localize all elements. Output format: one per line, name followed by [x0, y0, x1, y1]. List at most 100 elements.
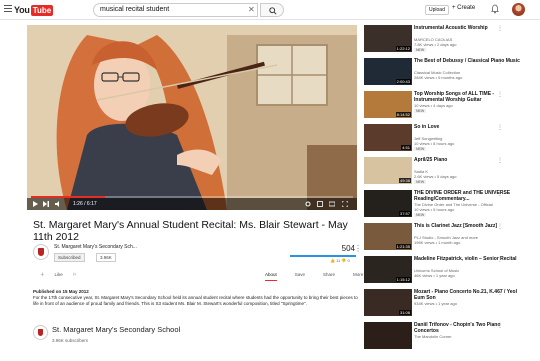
recommendation-thumbnail[interactable]: 8:14:52 — [364, 91, 412, 118]
player-controls: 1:26 / 6:17 — [27, 198, 357, 210]
channel-block-avatar[interactable] — [33, 325, 48, 340]
channel-block-subs: 3.96K subscribers — [52, 338, 89, 343]
recommendation-title[interactable]: Madeline Fitzpatrick, violin – Senior Re… — [414, 256, 524, 262]
recommendation-meta: 196K views • 1 month ago — [414, 240, 461, 245]
duration-badge: 8:14:52 — [395, 112, 411, 117]
recommendation-menu-icon[interactable]: ⋮ — [497, 289, 503, 296]
recommendation-menu-icon[interactable]: ⋮ — [497, 157, 503, 164]
next-icon[interactable] — [43, 201, 49, 207]
action-row: ＋ Like ⚐ — [40, 272, 77, 278]
recommendation-title[interactable]: Mozart - Piano Concerto No.21, K.467 / Y… — [414, 289, 524, 301]
notifications-bell-icon[interactable] — [491, 4, 499, 14]
logo-tube-text: Tube — [30, 4, 54, 16]
subscriber-count: 3.96K — [96, 253, 116, 262]
clear-search-icon[interactable]: ✕ — [248, 5, 255, 14]
thumbs-up-icon[interactable]: 👍 — [330, 258, 335, 263]
recommendation-menu-icon[interactable]: ⋮ — [497, 58, 503, 65]
play-icon[interactable] — [32, 201, 38, 207]
recommendation-menu-icon[interactable]: ⋮ — [497, 190, 503, 197]
user-avatar[interactable] — [512, 3, 525, 16]
recommendation-thumbnail[interactable]: 1:15:12 — [364, 256, 412, 283]
duration-badge: 4:51 — [401, 145, 411, 150]
recommendation-thumbnail[interactable]: 49:38 — [364, 157, 412, 184]
recommendation-meta: 46K views • 1 year ago — [414, 273, 455, 278]
tab-about[interactable]: About — [265, 272, 277, 281]
video-frame-illustration — [27, 25, 357, 210]
recommendation-menu-icon[interactable]: ⋮ — [497, 124, 503, 131]
recommendation-title[interactable]: The Best of Debussy / Classical Piano Mu… — [414, 58, 524, 64]
channel-name[interactable]: St. Margaret Mary's Secondary Sch... — [54, 244, 137, 250]
tab-more[interactable]: More — [353, 272, 363, 281]
duration-badge: 37:57 — [398, 211, 411, 216]
recommendation-menu-icon[interactable]: ⋮ — [497, 223, 503, 230]
youtube-logo[interactable]: You Tube — [14, 4, 54, 16]
recommendation-thumbnail[interactable]: 4:51 — [364, 124, 412, 151]
logo-you-text: You — [14, 5, 30, 15]
video-title: St. Margaret Mary's Annual Student Recit… — [33, 219, 348, 243]
tab-share[interactable]: Share — [323, 272, 335, 281]
miniplayer-icon[interactable] — [317, 201, 323, 207]
video-description: For the 17th consecutive year, St. Marga… — [33, 295, 358, 306]
theater-mode-icon[interactable] — [329, 201, 335, 207]
recommendation-thumbnail[interactable]: 1:21:35 — [364, 223, 412, 250]
recommendation-title[interactable]: Top Worship Songs of ALL TIME - Instrume… — [414, 91, 524, 103]
new-badge: NEW — [414, 180, 427, 184]
settings-gear-icon[interactable] — [305, 201, 311, 207]
tab-save[interactable]: Save — [295, 272, 305, 281]
like-button[interactable]: Like — [55, 272, 63, 278]
recommendation-thumbnail[interactable]: 37:57 — [364, 190, 412, 217]
new-badge: NEW — [414, 213, 427, 217]
subscribe-button[interactable]: Subscribed — [54, 253, 85, 262]
fullscreen-icon[interactable] — [342, 201, 348, 207]
more-options-icon[interactable]: ⋮ — [354, 244, 362, 253]
channel-block-name[interactable]: St. Margaret Mary's Secondary School — [52, 325, 180, 334]
duration-badge: 49:38 — [398, 178, 411, 183]
recommendation-title[interactable]: So in Love — [414, 124, 524, 130]
recommendation-title[interactable]: April/25 Piano — [414, 157, 524, 163]
recommendation-item[interactable]: Daniil Trifonov - Chopin's Two Piano Con… — [364, 322, 540, 361]
recommendation-thumbnail[interactable]: 1:22:12 — [364, 25, 412, 52]
duration-badge: 31:08 — [398, 310, 411, 315]
recommendation-meta: 7.8K views • 2 days ago — [414, 42, 457, 47]
search-input[interactable]: musical recital student — [93, 3, 258, 17]
search-button[interactable] — [260, 3, 284, 17]
thumbs-down-icon[interactable]: 👎 — [341, 258, 346, 263]
recommendation-menu-icon[interactable]: ⋮ — [497, 91, 503, 98]
dislike-count: 0 — [347, 258, 350, 263]
recommendation-meta: 10 views • 5 hours ago — [414, 207, 455, 212]
duration-badge: 2:00:43 — [395, 79, 411, 84]
recommendation-meta: 2.6K views • 5 days ago — [414, 174, 457, 179]
hamburger-menu-icon[interactable] — [4, 5, 12, 13]
view-count: 504 — [341, 244, 355, 253]
recommendation-menu-icon[interactable]: ⋮ — [497, 322, 503, 329]
like-count: 11 — [336, 258, 341, 263]
top-bar: You Tube musical recital student ✕ Uploa… — [0, 0, 540, 20]
recommendation-menu-icon[interactable]: ⋮ — [497, 256, 503, 263]
recommendation-channel[interactable]: The Mandolin Corner — [414, 334, 524, 339]
recommendation-meta: 10 views • 4 days ago — [414, 103, 453, 108]
add-to-icon[interactable]: ＋ — [40, 272, 45, 278]
new-badge: NEW — [414, 147, 427, 151]
like-ratio-fill — [290, 255, 356, 257]
recommendation-thumbnail[interactable]: 31:08 — [364, 289, 412, 316]
likes-row: 👍 11 👎 0 — [330, 258, 350, 263]
recommendation-title[interactable]: Daniil Trifonov - Chopin's Two Piano Con… — [414, 322, 524, 334]
channel-avatar[interactable] — [33, 244, 49, 260]
recommendation-title[interactable]: THE DIVINE ORDER and THE UNIVERSE Readin… — [414, 190, 524, 202]
recommendation-meta: 284K views • 9 months ago — [414, 75, 463, 80]
recommendation-meta: 10 views • 8 hours ago — [414, 141, 455, 146]
player-time: 1:26 / 6:17 — [73, 201, 97, 207]
duration-badge: 1:15:12 — [395, 277, 411, 282]
upload-button[interactable]: Upload — [425, 5, 449, 15]
recommendation-thumbnail[interactable]: 2:00:43 — [364, 58, 412, 85]
recommendation-menu-icon[interactable]: ⋮ — [497, 25, 503, 32]
create-button[interactable]: + Create — [452, 5, 475, 11]
video-tabs: About Save Share More — [265, 272, 363, 281]
video-player[interactable]: 1:26 / 6:17 — [27, 25, 357, 210]
recommendation-thumbnail[interactable] — [364, 322, 412, 349]
recommendation-title[interactable]: Instrumental Acoustic Worship — [414, 25, 524, 31]
duration-badge: 1:22:12 — [395, 46, 411, 51]
dislike-icon[interactable]: ⚐ — [73, 272, 77, 278]
volume-icon[interactable] — [55, 201, 61, 207]
recommendation-title[interactable]: This is Clarinet Jazz [Smooth Jazz] — [414, 223, 524, 229]
